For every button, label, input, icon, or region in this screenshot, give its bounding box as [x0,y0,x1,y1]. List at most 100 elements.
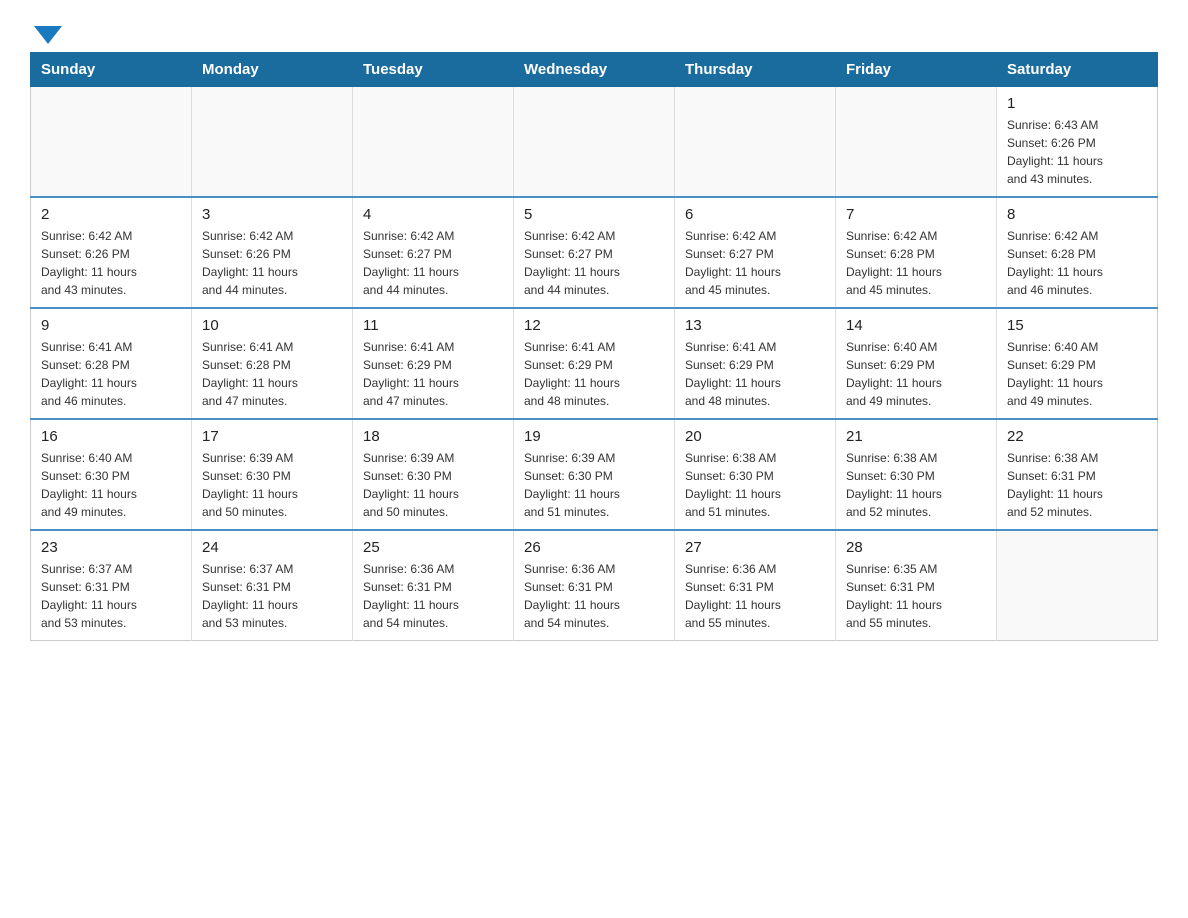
day-info: Sunrise: 6:41 AM Sunset: 6:28 PM Dayligh… [41,338,181,410]
table-row: 15 Sunrise: 6:40 AM Sunset: 6:29 PM Dayli… [997,308,1158,419]
day-number: 14 [846,317,986,334]
table-row: 8 Sunrise: 6:42 AM Sunset: 6:28 PM Daylig… [997,197,1158,308]
table-row: 18 Sunrise: 6:39 AM Sunset: 6:30 PM Dayli… [353,419,514,530]
day-info: Sunrise: 6:38 AM Sunset: 6:30 PM Dayligh… [846,449,986,521]
day-info: Sunrise: 6:38 AM Sunset: 6:30 PM Dayligh… [685,449,825,521]
table-row [836,87,997,198]
table-row [31,87,192,198]
table-row: 12 Sunrise: 6:41 AM Sunset: 6:29 PM Dayli… [514,308,675,419]
day-info: Sunrise: 6:42 AM Sunset: 6:28 PM Dayligh… [846,227,986,299]
table-row: 22 Sunrise: 6:38 AM Sunset: 6:31 PM Dayli… [997,419,1158,530]
table-row: 25 Sunrise: 6:36 AM Sunset: 6:31 PM Dayli… [353,530,514,641]
day-number: 12 [524,317,664,334]
day-number: 1 [1007,95,1147,112]
day-number: 6 [685,206,825,223]
day-number: 10 [202,317,342,334]
day-info: Sunrise: 6:36 AM Sunset: 6:31 PM Dayligh… [685,560,825,632]
logo-triangle-icon [34,26,62,44]
day-number: 5 [524,206,664,223]
day-number: 17 [202,428,342,445]
table-row: 13Sunrise: 6:41 AM Sunset: 6:29 PM Dayli… [675,308,836,419]
day-info: Sunrise: 6:40 AM Sunset: 6:29 PM Dayligh… [846,338,986,410]
calendar-header-row: Sunday Monday Tuesday Wednesday Thursday… [31,53,1158,87]
day-info: Sunrise: 6:42 AM Sunset: 6:27 PM Dayligh… [363,227,503,299]
day-info: Sunrise: 6:35 AM Sunset: 6:31 PM Dayligh… [846,560,986,632]
day-number: 24 [202,539,342,556]
day-number: 3 [202,206,342,223]
table-row: 2 Sunrise: 6:42 AM Sunset: 6:26 PM Daylig… [31,197,192,308]
day-info: Sunrise: 6:39 AM Sunset: 6:30 PM Dayligh… [363,449,503,521]
day-number: 19 [524,428,664,445]
table-row: 7Sunrise: 6:42 AM Sunset: 6:28 PM Daylig… [836,197,997,308]
logo [30,20,62,42]
day-number: 16 [41,428,181,445]
table-row: 16 Sunrise: 6:40 AM Sunset: 6:30 PM Dayli… [31,419,192,530]
day-number: 25 [363,539,503,556]
day-info: Sunrise: 6:42 AM Sunset: 6:27 PM Dayligh… [524,227,664,299]
col-wednesday: Wednesday [514,53,675,87]
day-number: 2 [41,206,181,223]
table-row: 3 Sunrise: 6:42 AM Sunset: 6:26 PM Daylig… [192,197,353,308]
day-number: 21 [846,428,986,445]
table-row: 6Sunrise: 6:42 AM Sunset: 6:27 PM Daylig… [675,197,836,308]
day-info: Sunrise: 6:42 AM Sunset: 6:28 PM Dayligh… [1007,227,1147,299]
page-header [30,20,1158,42]
col-monday: Monday [192,53,353,87]
calendar-week-row: 2 Sunrise: 6:42 AM Sunset: 6:26 PM Daylig… [31,197,1158,308]
day-info: Sunrise: 6:43 AM Sunset: 6:26 PM Dayligh… [1007,116,1147,188]
day-info: Sunrise: 6:42 AM Sunset: 6:26 PM Dayligh… [41,227,181,299]
table-row: 14 Sunrise: 6:40 AM Sunset: 6:29 PM Dayli… [836,308,997,419]
table-row: 17 Sunrise: 6:39 AM Sunset: 6:30 PM Dayli… [192,419,353,530]
day-info: Sunrise: 6:42 AM Sunset: 6:26 PM Dayligh… [202,227,342,299]
day-info: Sunrise: 6:39 AM Sunset: 6:30 PM Dayligh… [524,449,664,521]
day-info: Sunrise: 6:39 AM Sunset: 6:30 PM Dayligh… [202,449,342,521]
day-number: 23 [41,539,181,556]
day-info: Sunrise: 6:38 AM Sunset: 6:31 PM Dayligh… [1007,449,1147,521]
table-row [997,530,1158,641]
col-saturday: Saturday [997,53,1158,87]
day-info: Sunrise: 6:37 AM Sunset: 6:31 PM Dayligh… [202,560,342,632]
day-info: Sunrise: 6:37 AM Sunset: 6:31 PM Dayligh… [41,560,181,632]
day-number: 4 [363,206,503,223]
table-row [514,87,675,198]
day-number: 18 [363,428,503,445]
calendar-week-row: 9Sunrise: 6:41 AM Sunset: 6:28 PM Daylig… [31,308,1158,419]
table-row: 1 Sunrise: 6:43 AM Sunset: 6:26 PM Daylig… [997,87,1158,198]
calendar-week-row: 1 Sunrise: 6:43 AM Sunset: 6:26 PM Daylig… [31,87,1158,198]
day-number: 27 [685,539,825,556]
day-number: 26 [524,539,664,556]
table-row: 23 Sunrise: 6:37 AM Sunset: 6:31 PM Dayli… [31,530,192,641]
calendar-table: Sunday Monday Tuesday Wednesday Thursday… [30,52,1158,641]
table-row [675,87,836,198]
table-row: 9Sunrise: 6:41 AM Sunset: 6:28 PM Daylig… [31,308,192,419]
day-number: 15 [1007,317,1147,334]
calendar-week-row: 23 Sunrise: 6:37 AM Sunset: 6:31 PM Dayli… [31,530,1158,641]
day-info: Sunrise: 6:40 AM Sunset: 6:29 PM Dayligh… [1007,338,1147,410]
table-row: 24 Sunrise: 6:37 AM Sunset: 6:31 PM Dayli… [192,530,353,641]
table-row [192,87,353,198]
table-row: 4 Sunrise: 6:42 AM Sunset: 6:27 PM Daylig… [353,197,514,308]
calendar-week-row: 16 Sunrise: 6:40 AM Sunset: 6:30 PM Dayli… [31,419,1158,530]
table-row: 10 Sunrise: 6:41 AM Sunset: 6:28 PM Dayli… [192,308,353,419]
day-number: 11 [363,317,503,334]
col-friday: Friday [836,53,997,87]
day-info: Sunrise: 6:36 AM Sunset: 6:31 PM Dayligh… [524,560,664,632]
table-row: 20 Sunrise: 6:38 AM Sunset: 6:30 PM Dayli… [675,419,836,530]
day-info: Sunrise: 6:41 AM Sunset: 6:29 PM Dayligh… [363,338,503,410]
day-number: 22 [1007,428,1147,445]
table-row: 21 Sunrise: 6:38 AM Sunset: 6:30 PM Dayli… [836,419,997,530]
col-thursday: Thursday [675,53,836,87]
day-info: Sunrise: 6:41 AM Sunset: 6:29 PM Dayligh… [524,338,664,410]
day-number: 8 [1007,206,1147,223]
day-info: Sunrise: 6:41 AM Sunset: 6:28 PM Dayligh… [202,338,342,410]
day-info: Sunrise: 6:36 AM Sunset: 6:31 PM Dayligh… [363,560,503,632]
table-row: 28 Sunrise: 6:35 AM Sunset: 6:31 PM Dayli… [836,530,997,641]
day-number: 20 [685,428,825,445]
day-info: Sunrise: 6:40 AM Sunset: 6:30 PM Dayligh… [41,449,181,521]
table-row: 5 Sunrise: 6:42 AM Sunset: 6:27 PM Daylig… [514,197,675,308]
day-info: Sunrise: 6:41 AM Sunset: 6:29 PM Dayligh… [685,338,825,410]
col-sunday: Sunday [31,53,192,87]
day-number: 28 [846,539,986,556]
col-tuesday: Tuesday [353,53,514,87]
table-row: 11 Sunrise: 6:41 AM Sunset: 6:29 PM Dayli… [353,308,514,419]
